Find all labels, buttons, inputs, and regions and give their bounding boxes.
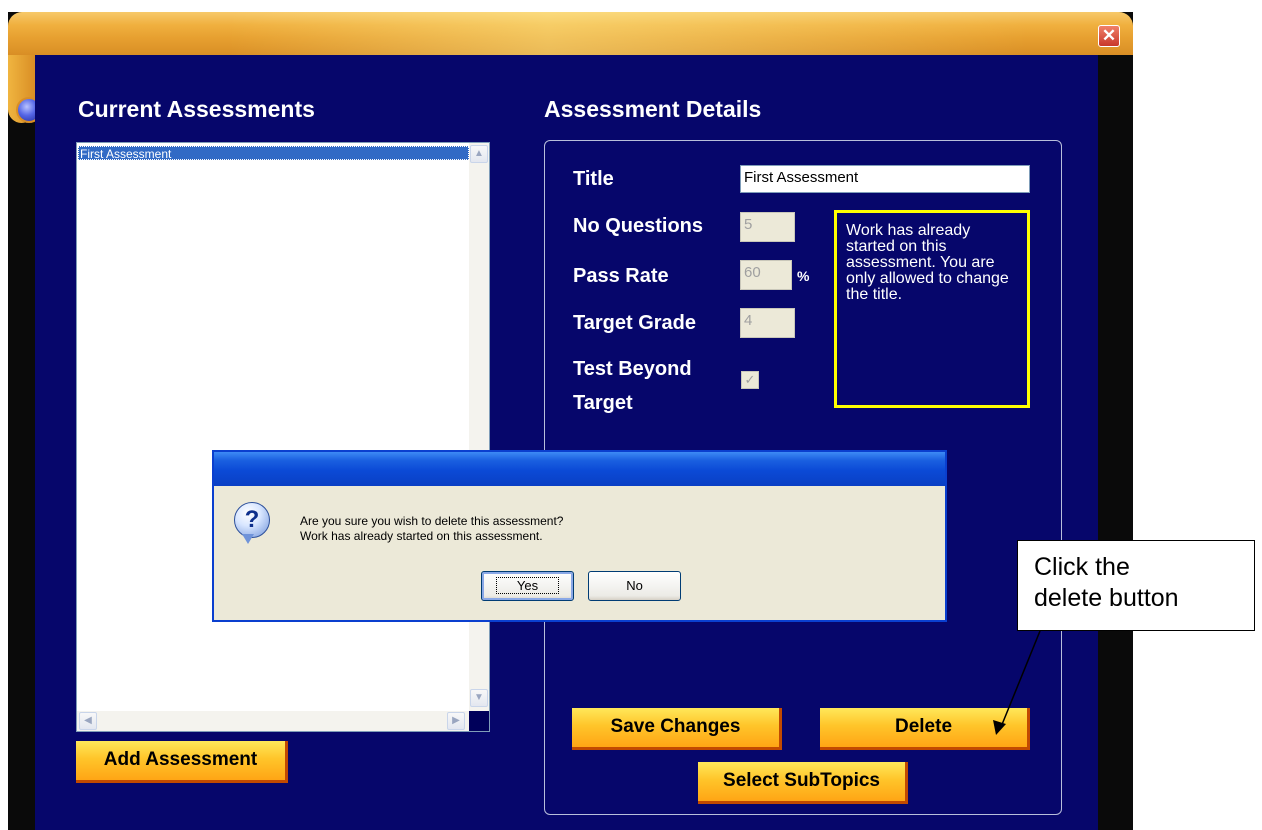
scroll-right-icon[interactable]: ▶ — [447, 712, 465, 730]
questions-field[interactable]: 5 — [740, 212, 795, 242]
assessments-list[interactable]: First Assessment ▲ ▼ ◀ ▶ — [76, 142, 490, 732]
instruction-callout: Click the delete button — [1017, 540, 1255, 631]
vertical-scrollbar[interactable]: ▲ ▼ — [469, 143, 489, 711]
percent-unit-label: % — [797, 268, 810, 284]
scroll-down-icon[interactable]: ▼ — [470, 689, 488, 707]
test-beyond-label-line2: Target — [573, 392, 633, 414]
current-assessments-heading: Current Assessments — [78, 96, 315, 122]
test-beyond-label: Test Beyond — [573, 358, 692, 380]
title-label: Title — [573, 168, 614, 190]
close-icon[interactable]: ✕ — [1098, 25, 1120, 47]
yes-button[interactable]: Yes — [481, 571, 574, 601]
title-field[interactable]: First Assessment — [740, 165, 1030, 193]
scroll-up-icon[interactable]: ▲ — [470, 145, 488, 163]
select-subtopics-button[interactable]: Select SubTopics — [698, 762, 908, 804]
callout-line1: Click the — [1034, 553, 1130, 581]
list-item[interactable]: First Assessment — [78, 146, 469, 161]
question-icon: ? — [234, 502, 270, 538]
target-grade-label: Target Grade — [573, 312, 696, 334]
no-button[interactable]: No — [588, 571, 681, 601]
scroll-left-icon[interactable]: ◀ — [79, 712, 97, 730]
pass-rate-field[interactable]: 60 — [740, 260, 792, 290]
pass-rate-label: Pass Rate — [573, 265, 669, 287]
test-beyond-checkbox[interactable]: ✓ — [741, 371, 759, 389]
add-assessment-button[interactable]: Add Assessment — [76, 741, 288, 783]
yes-button-label: Yes — [495, 577, 560, 594]
confirm-delete-dialog: ? Are you sure you wish to delete this a… — [212, 450, 947, 622]
locked-notice: Work has already started on this assessm… — [834, 210, 1030, 408]
dialog-title-bar[interactable] — [214, 452, 945, 486]
question-icon-tail — [242, 534, 254, 544]
dialog-message-line1: Are you sure you wish to delete this ass… — [300, 514, 564, 528]
window-title-bar[interactable] — [8, 12, 1133, 55]
dialog-message-line2: Work has already started on this assessm… — [300, 529, 543, 543]
target-grade-field[interactable]: 4 — [740, 308, 795, 338]
scroll-corner — [469, 711, 489, 731]
questions-label: No Questions — [573, 215, 704, 237]
delete-button[interactable]: Delete — [820, 708, 1030, 750]
save-changes-button[interactable]: Save Changes — [572, 708, 782, 750]
assessment-details-heading: Assessment Details — [544, 96, 762, 122]
callout-line2: delete button — [1034, 584, 1179, 612]
horizontal-scrollbar[interactable]: ◀ ▶ — [77, 711, 469, 731]
